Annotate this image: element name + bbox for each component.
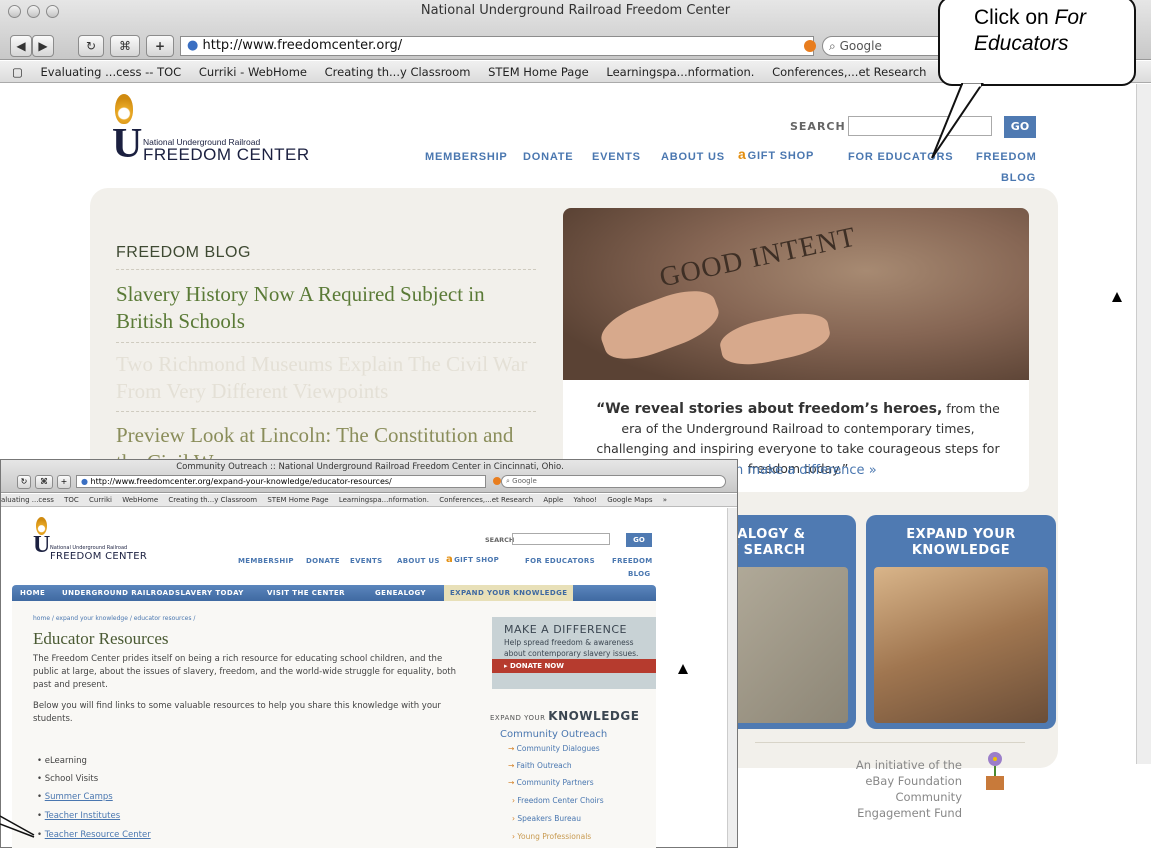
go-button[interactable]: GO	[626, 533, 652, 547]
divider	[116, 342, 536, 343]
sidebar-link[interactable]: → Community Partners	[508, 778, 594, 787]
callout-pointer	[931, 83, 984, 159]
nav-for-educators[interactable]: FOR EDUCATORS	[525, 557, 595, 565]
nav-membership[interactable]: MEMBERSHIP	[425, 151, 508, 163]
nav-freedom-blog-line2[interactable]: BLOG	[628, 570, 650, 578]
make-difference-link[interactable]: n make a difference »	[735, 463, 877, 478]
main-navbar: HOME UNDERGROUND RAILROAD SLAVERY TODAY …	[12, 585, 656, 601]
nav-events[interactable]: EVENTS	[350, 557, 382, 565]
nav-gift-shop[interactable]: aGIFT SHOP	[446, 554, 499, 565]
nav-donate[interactable]: DONATE	[306, 557, 340, 565]
intro-paragraph: The Freedom Center prides itself on bein…	[33, 654, 457, 690]
sidebar-link[interactable]: › Speakers Bureau	[512, 814, 581, 823]
nav-freedom-blog-line2[interactable]: BLOG	[1001, 172, 1036, 184]
logo-title[interactable]: FREEDOM CENTER	[143, 145, 310, 165]
expand-card-title: EXPAND YOUR KNOWLEDGE	[906, 527, 1016, 558]
blog-story-2[interactable]: Two Richmond Museums Explain The Civil W…	[116, 351, 536, 405]
divider	[116, 411, 536, 412]
nav-donate[interactable]: DONATE	[523, 151, 573, 163]
nav-membership[interactable]: MEMBERSHIP	[238, 557, 294, 565]
rss-icon[interactable]	[804, 40, 816, 52]
expand-knowledge-card[interactable]: EXPAND YOUR KNOWLEDGE	[866, 515, 1056, 729]
nav-gift-shop[interactable]: aGIFT SHOP	[738, 146, 814, 162]
list-item: • School Visits	[37, 774, 99, 784]
bookmark-item[interactable]: Creating th...y Classroom	[325, 65, 471, 79]
make-difference-title: MAKE A DIFFERENCE	[504, 623, 627, 636]
divider	[116, 269, 536, 270]
search-label: SEARCH	[485, 536, 515, 544]
url-text: http://www.freedomcenter.org/	[202, 38, 403, 53]
mainnav-underground-railroad[interactable]: UNDERGROUND RAILROAD	[62, 585, 175, 601]
community-outreach-link[interactable]: Community Outreach	[500, 729, 607, 740]
back-icon[interactable]: ◀	[10, 35, 32, 57]
reload-icon[interactable]: ↻	[78, 35, 104, 57]
bookmark-item[interactable]: Conferences,...et Research	[772, 65, 926, 79]
nav-freedom-blog[interactable]: FREEDOM	[612, 557, 653, 565]
donate-now-button[interactable]: ▸ DONATE NOW	[492, 659, 656, 673]
flower-pot-icon	[980, 752, 1010, 792]
links-paragraph: Below you will find links to some valuab…	[33, 701, 441, 724]
list-item: • Summer Camps	[37, 792, 113, 802]
mainnav-expand-your-knowledge[interactable]: EXPAND YOUR KNOWLEDGE	[444, 585, 574, 601]
bookmark-item[interactable]: Learningspa...nformation.	[606, 65, 754, 79]
callout-pointer-lower	[0, 815, 35, 838]
blog-heading: FREEDOM BLOG	[116, 244, 251, 261]
nav-about-us[interactable]: ABOUT US	[661, 151, 725, 163]
bookmark-item[interactable]: Evaluating ...cess -- TOC	[41, 65, 182, 79]
educators-page: U National Underground Railroad FREEDOM …	[0, 459, 738, 848]
mainnav-home[interactable]: HOME	[20, 585, 45, 601]
scrollbar[interactable]	[1136, 84, 1151, 764]
list-item-teacher-resource-center: • Teacher Resource Center	[37, 830, 151, 840]
mouse-cursor-icon	[678, 664, 688, 674]
breadcrumb[interactable]: home / expand your knowledge / educator …	[33, 615, 195, 622]
mainnav-slavery-today[interactable]: SLAVERY TODAY	[175, 585, 244, 601]
bookmark-item[interactable]: Curriki - WebHome	[199, 65, 307, 79]
flame-logo-icon	[115, 94, 133, 124]
sidebar-link[interactable]: → Faith Outreach	[508, 761, 572, 770]
sidebar-link[interactable]: › Young Professionals	[512, 832, 591, 841]
bookmarks-book-icon[interactable]: ▢	[12, 65, 23, 79]
address-bar[interactable]: ● http://www.freedomcenter.org/	[180, 36, 814, 56]
bookmark-item[interactable]: STEM Home Page	[488, 65, 589, 79]
logo-letter: U	[112, 121, 143, 167]
classroom-image	[874, 567, 1048, 723]
nav-events[interactable]: EVENTS	[592, 151, 641, 163]
make-difference-subtitle: Help spread freedom & awareness about co…	[504, 638, 639, 658]
logo-title[interactable]: FREEDOM CENTER	[50, 551, 147, 562]
page-title: Educator Resources	[33, 629, 169, 648]
globe-icon: ●	[187, 38, 199, 53]
amazon-icon: a	[446, 554, 454, 565]
site-search-input[interactable]	[512, 533, 610, 545]
search-label: SEARCH	[790, 120, 846, 133]
logo-letter: U	[33, 532, 51, 558]
forward-icon[interactable]: ▶	[32, 35, 54, 57]
add-bookmark-icon[interactable]: +	[146, 35, 174, 57]
list-item: • Teacher Institutes	[37, 811, 121, 821]
snapback-icon[interactable]: ⌘	[110, 35, 140, 57]
sidebar-link[interactable]: → Community Dialogues	[508, 744, 600, 753]
expand-knowledge-heading: EXPAND YOUR KNOWLEDGE	[490, 709, 640, 723]
list-item: • eLearning	[37, 756, 87, 766]
mainnav-genealogy[interactable]: GENEALOGY	[375, 585, 426, 601]
sidebar-link[interactable]: › Freedom Center Choirs	[512, 796, 604, 805]
callout-text: Click on For Educators	[974, 6, 1087, 55]
search-icon: ⌕	[829, 39, 836, 53]
ebay-foundation-note: An initiative of the eBay Foundation Com…	[855, 758, 962, 820]
divider	[755, 742, 1025, 743]
nav-about-us[interactable]: ABOUT US	[397, 557, 440, 565]
amazon-icon: a	[738, 146, 747, 162]
mouse-cursor-icon	[1112, 292, 1122, 302]
go-button[interactable]: GO	[1004, 116, 1036, 138]
mainnav-visit-the-center[interactable]: VISIT THE CENTER	[267, 585, 345, 601]
blog-story-1[interactable]: Slavery History Now A Required Subject i…	[116, 281, 536, 335]
